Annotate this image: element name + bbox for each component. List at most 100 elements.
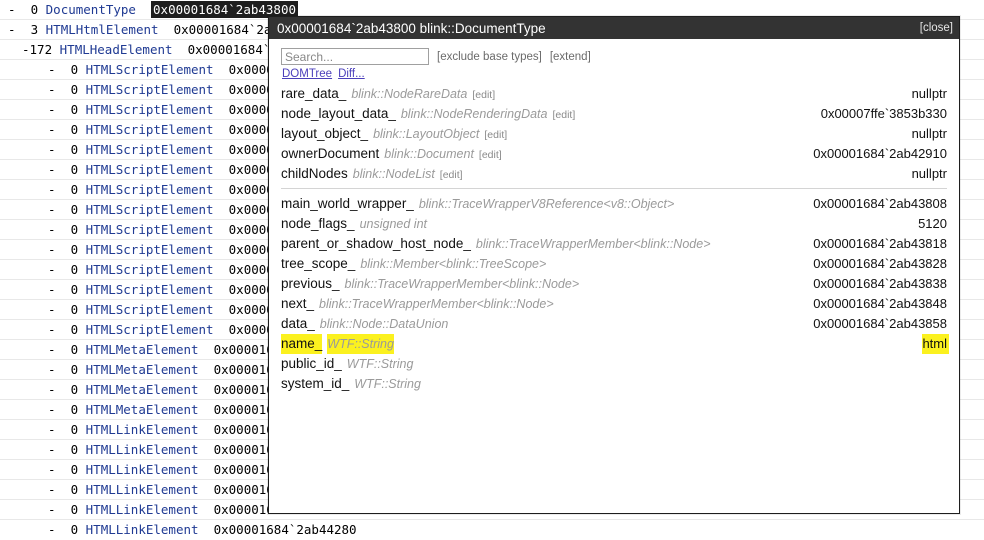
tree-row-type[interactable]: HTMLHeadElement: [60, 42, 173, 57]
tree-row-type[interactable]: HTMLScriptElement: [86, 262, 214, 277]
field-name[interactable]: layout_object_: [281, 124, 368, 144]
field-edit-link[interactable]: [edit]: [440, 165, 463, 185]
tree-row[interactable]: - 0 HTMLScriptElement 0x000016: [0, 180, 300, 200]
field-row[interactable]: node_flags_ unsigned int 5120: [281, 214, 949, 234]
tree-row[interactable]: - 0 HTMLLinkElement 0x00001684: [0, 500, 300, 520]
search-input[interactable]: [281, 48, 429, 65]
tree-row-expander[interactable]: -: [48, 182, 71, 197]
field-row[interactable]: rare_data_ blink::NodeRareData [edit] nullp…: [281, 84, 949, 104]
tree-row-type[interactable]: HTMLMetaElement: [86, 402, 199, 417]
dom-tree-panel[interactable]: - 0 DocumentType 0x00001684`2ab43800- 3 …: [0, 0, 357, 537]
field-name[interactable]: childNodes: [281, 164, 348, 184]
nav-link-diff[interactable]: Diff...: [338, 68, 365, 80]
tree-row-expander[interactable]: -: [48, 102, 71, 117]
tree-row[interactable]: - 0 HTMLScriptElement 0x000016: [0, 200, 300, 220]
tree-row-expander[interactable]: -: [48, 242, 71, 257]
tree-row-type[interactable]: HTMLScriptElement: [86, 122, 214, 137]
field-value[interactable]: nullptr: [912, 84, 949, 104]
field-row[interactable]: public_id_ WTF::String: [281, 354, 949, 374]
field-value[interactable]: html: [922, 334, 949, 354]
tree-row-type[interactable]: HTMLScriptElement: [86, 242, 214, 257]
tree-row-type[interactable]: HTMLMetaElement: [86, 382, 199, 397]
tree-row[interactable]: - 0 HTMLScriptElement 0x000016: [0, 220, 300, 240]
field-name[interactable]: node_layout_data_: [281, 104, 396, 124]
field-name[interactable]: previous_: [281, 274, 340, 294]
tree-row[interactable]: - 0 HTMLScriptElement 0x000016: [0, 240, 300, 260]
tree-row-type[interactable]: HTMLLinkElement: [86, 442, 199, 457]
tree-row[interactable]: - 0 DocumentType 0x00001684`2ab43800: [0, 0, 300, 20]
field-name[interactable]: data_: [281, 314, 315, 334]
field-value[interactable]: 0x00001684`2ab43818: [813, 234, 949, 254]
field-edit-link[interactable]: [edit]: [552, 105, 575, 125]
tree-row-address[interactable]: 0x00001684`2ab44280: [214, 522, 357, 537]
tree-row[interactable]: - 0 HTMLScriptElement 0x000016: [0, 120, 300, 140]
tree-row-expander[interactable]: -: [8, 22, 31, 37]
field-value[interactable]: nullptr: [912, 124, 949, 144]
field-edit-link[interactable]: [edit]: [484, 125, 507, 145]
field-row[interactable]: name_ WTF::String html: [281, 334, 949, 354]
field-name[interactable]: main_world_wrapper_: [281, 194, 414, 214]
tree-row-expander[interactable]: -: [48, 482, 71, 497]
tree-row-expander[interactable]: -: [8, 2, 31, 17]
field-value[interactable]: 0x00001684`2ab43828: [813, 254, 949, 274]
tree-row-type[interactable]: HTMLLinkElement: [86, 482, 199, 497]
tree-row[interactable]: - 0 HTMLScriptElement 0x000016: [0, 280, 300, 300]
tree-row-expander[interactable]: -: [48, 62, 71, 77]
tree-row-expander[interactable]: -: [48, 402, 71, 417]
tree-row-type[interactable]: HTMLScriptElement: [86, 222, 214, 237]
field-row[interactable]: main_world_wrapper_ blink::TraceWrapperV8…: [281, 194, 949, 214]
tree-row[interactable]: - 0 HTMLScriptElement 0x000016: [0, 160, 300, 180]
field-name[interactable]: tree_scope_: [281, 254, 355, 274]
tree-row-type[interactable]: HTMLLinkElement: [86, 502, 199, 517]
tree-row-type[interactable]: HTMLLinkElement: [86, 422, 199, 437]
field-row[interactable]: layout_object_ blink::LayoutObject [edit] n…: [281, 124, 949, 144]
tree-row-type[interactable]: HTMLLinkElement: [86, 522, 199, 537]
field-value[interactable]: 0x00007ffe`3853b330: [821, 104, 949, 124]
tree-row-expander[interactable]: -: [48, 202, 71, 217]
tree-row[interactable]: - 0 HTMLScriptElement 0x000016: [0, 320, 300, 340]
field-value[interactable]: 0x00001684`2ab43858: [813, 314, 949, 334]
tree-row-type[interactable]: HTMLScriptElement: [86, 302, 214, 317]
field-row[interactable]: node_layout_data_ blink::NodeRenderingDat…: [281, 104, 949, 124]
tree-row[interactable]: - 0 HTMLLinkElement 0x00001684: [0, 460, 300, 480]
tree-row-expander[interactable]: -: [48, 362, 71, 377]
field-row[interactable]: system_id_ WTF::String: [281, 374, 949, 394]
close-icon[interactable]: [close]: [920, 22, 953, 34]
tree-row[interactable]: - 0 HTMLMetaElement 0x00001684: [0, 340, 300, 360]
tree-row-expander[interactable]: -: [48, 422, 71, 437]
tree-row-type[interactable]: HTMLScriptElement: [86, 202, 214, 217]
tree-row-expander[interactable]: -: [48, 122, 71, 137]
tree-row-expander[interactable]: -: [48, 382, 71, 397]
field-edit-link[interactable]: [edit]: [479, 145, 502, 165]
tree-row-type[interactable]: HTMLScriptElement: [86, 182, 214, 197]
tree-row-expander[interactable]: -: [48, 142, 71, 157]
field-edit-link[interactable]: [edit]: [472, 85, 495, 105]
tree-row[interactable]: - 0 HTMLScriptElement 0x000016: [0, 80, 300, 100]
tree-row-expander[interactable]: -: [48, 262, 71, 277]
nav-link-domtree[interactable]: DOMTree: [282, 68, 332, 80]
tree-row-expander[interactable]: -: [48, 282, 71, 297]
field-row[interactable]: ownerDocument blink::Document [edit] 0x0000…: [281, 144, 949, 164]
field-name[interactable]: system_id_: [281, 374, 349, 394]
tree-row-type[interactable]: HTMLScriptElement: [86, 82, 214, 97]
field-name[interactable]: parent_or_shadow_host_node_: [281, 234, 471, 254]
tree-row[interactable]: - 3 HTMLHtmlElement 0x00001684`2ab438: [0, 20, 302, 40]
tree-row-expander[interactable]: -: [48, 162, 71, 177]
tree-row[interactable]: - 0 HTMLScriptElement 0x000016: [0, 60, 300, 80]
tree-row-expander[interactable]: -: [48, 502, 71, 517]
tree-row-type[interactable]: HTMLScriptElement: [86, 142, 214, 157]
tree-row-expander[interactable]: -: [48, 302, 71, 317]
tree-row-expander[interactable]: -: [48, 342, 71, 357]
tree-row[interactable]: - 0 HTMLLinkElement 0x00001684: [0, 420, 300, 440]
field-row[interactable]: data_ blink::Node::DataUnion 0x00001684`2a…: [281, 314, 949, 334]
tree-row-type[interactable]: HTMLLinkElement: [86, 462, 199, 477]
field-name[interactable]: public_id_: [281, 354, 342, 374]
field-name[interactable]: rare_data_: [281, 84, 346, 104]
tree-row-type[interactable]: HTMLMetaElement: [86, 342, 199, 357]
tree-row[interactable]: -172 HTMLHeadElement 0x00001684`2a: [0, 40, 300, 60]
field-name[interactable]: name_: [281, 334, 323, 354]
tree-row-type[interactable]: HTMLHtmlElement: [46, 22, 159, 37]
field-value[interactable]: 0x00001684`2ab43838: [813, 274, 949, 294]
tree-row-expander[interactable]: -: [48, 442, 71, 457]
tree-row[interactable]: - 0 HTMLMetaElement 0x00001684: [0, 360, 300, 380]
